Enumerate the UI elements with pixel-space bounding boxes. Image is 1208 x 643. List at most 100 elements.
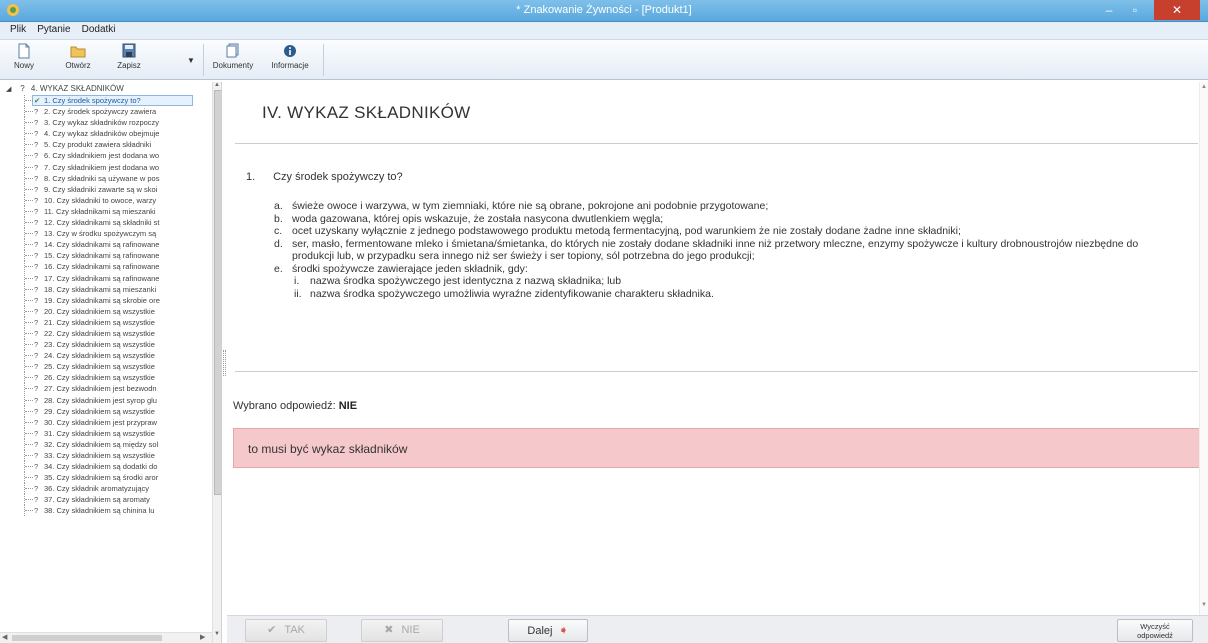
maximize-button[interactable]: ▫ — [1122, 0, 1148, 20]
tree-item[interactable]: ? 9. Czy składniki zawarte są w skoi — [0, 183, 210, 195]
tree-item[interactable]: ? 12. Czy składnikami są składniki st — [0, 217, 210, 229]
tree-item[interactable]: ? 24. Czy składnikiem są wszystkie — [0, 350, 210, 362]
tree-item[interactable]: ? 13. Czy w środku spożywczym są — [0, 228, 210, 240]
tree-item[interactable]: ? 33. Czy składnikiem są wszystkie — [0, 450, 210, 461]
tree-item[interactable]: ? 20. Czy składnikiem są wszystkie — [0, 305, 210, 317]
open-button[interactable]: Otwórz — [60, 42, 96, 78]
tree-item[interactable]: ? 30. Czy składnikiem jest przypraw — [0, 416, 210, 428]
close-button[interactable]: ✕ — [1154, 0, 1200, 20]
save-button[interactable]: Zapisz — [114, 42, 144, 78]
tree-item-label: 33. Czy składnikiem są wszystkie — [44, 451, 155, 460]
documents-button-label: Dokumenty — [212, 61, 254, 70]
tree-item[interactable]: ? 37. Czy składnikiem są aromaty — [0, 494, 210, 506]
no-button-label: NIE — [401, 624, 420, 636]
tree-item-label: 14. Czy składnikami są rafinowane — [44, 240, 160, 250]
question-mark-icon: ? — [34, 317, 39, 327]
scroll-down-icon[interactable]: ▼ — [214, 631, 220, 637]
tree-item[interactable]: ? 29. Czy składnikiem są wszystkie — [0, 405, 210, 417]
tree-item[interactable]: ? 6. Czy składnikiem jest dodana wo — [0, 150, 210, 162]
tree-item[interactable]: ? 25. Czy składnikiem są wszystkie — [0, 361, 210, 373]
tree-item-label: 22. Czy składnikiem są wszystkie — [44, 328, 155, 338]
tree-item[interactable]: ? 32. Czy składnikiem są między sol — [0, 438, 210, 450]
tree-item[interactable]: ? 8. Czy składniki są używane w pos — [0, 172, 210, 184]
content-vertical-scrollbar[interactable]: ▲ ▼ — [1199, 82, 1208, 615]
tree-item-label: 8. Czy składniki są używane w pos — [44, 173, 160, 183]
scroll-up-icon[interactable]: ▲ — [1201, 84, 1207, 90]
tree-item-label: 25. Czy składnikiem są wszystkie — [44, 362, 155, 372]
tree-item[interactable]: ? 38. Czy składnikiem są chinina lu — [0, 505, 210, 517]
arrow-right-icon: ➧ — [558, 623, 569, 637]
save-dropdown-icon[interactable]: ▼ — [186, 42, 196, 78]
splitter-grip[interactable] — [223, 350, 226, 376]
question-mark-icon: ? — [34, 151, 39, 161]
suboption-item: i. nazwa środka spożywczego jest identycz… — [294, 275, 622, 287]
new-button-label: Nowy — [13, 61, 34, 70]
tree-item-label: 17. Czy składnikami są rafinowane — [44, 273, 160, 283]
question-mark-icon: ? — [34, 451, 39, 460]
question-mark-icon: ? — [34, 184, 39, 194]
tree-item[interactable]: ? 23. Czy składnikiem są wszystkie — [0, 339, 210, 351]
tree-item[interactable]: ? 21. Czy składnikiem są wszystkie — [0, 316, 210, 328]
tree-item[interactable]: ? 5. Czy produkt zawiera składniki — [0, 139, 210, 151]
scrollbar-thumb[interactable] — [214, 90, 221, 495]
menu-dodatki[interactable]: Dodatki — [78, 22, 120, 35]
tree-item-label: 16. Czy składnikami są rafinowane — [44, 262, 160, 272]
tree-item-label: 3. Czy wykaz składników rozpoczy — [44, 118, 160, 128]
next-button-label: Dalej — [527, 625, 553, 637]
minimize-button[interactable]: – — [1096, 0, 1122, 20]
next-button[interactable]: Dalej ➧ — [508, 619, 588, 642]
new-document-icon — [18, 43, 30, 59]
menu-plik[interactable]: Plik — [6, 22, 30, 35]
clear-answer-button[interactable]: Wyczyść odpowiedź — [1117, 619, 1193, 642]
tree-item[interactable]: ? 15. Czy składnikami są rafinowane — [0, 250, 210, 262]
tree-item[interactable]: ? 16. Czy składnikami są rafinowane — [0, 261, 210, 273]
tree-item[interactable]: ? 36. Czy składnik aromatyzujący — [0, 483, 210, 495]
tree-item[interactable]: ? 18. Czy składnikami są mieszanki — [0, 283, 210, 295]
question-mark-icon: ? — [34, 384, 39, 394]
tree-item[interactable]: ? 3. Czy wykaz składników rozpoczy — [0, 117, 210, 129]
question-mark-icon: ? — [34, 273, 39, 283]
scroll-right-icon[interactable]: ▶ — [200, 633, 205, 641]
menu-pytanie[interactable]: Pytanie — [33, 22, 74, 35]
tree-vertical-scrollbar[interactable]: ▲ ▼ — [212, 82, 221, 643]
collapse-icon[interactable]: ◢ — [6, 85, 14, 93]
scroll-left-icon[interactable]: ◀ — [2, 633, 7, 641]
new-button[interactable]: Nowy — [8, 42, 40, 78]
tree-root-label: 4. WYKAZ SKŁADNIKÓW — [30, 84, 124, 93]
tree-item-label: 15. Czy składnikami są rafinowane — [44, 251, 160, 261]
scroll-up-icon[interactable]: ▲ — [214, 82, 220, 88]
feedback-text: to musi być wykaz składników — [248, 442, 408, 456]
tree-item[interactable]: ? 26. Czy składnikiem są wszystkie — [0, 372, 210, 384]
tree-item-label: 13. Czy w środku spożywczym są — [44, 229, 157, 239]
yes-button[interactable]: ✔ TAK — [245, 619, 327, 642]
tree-item[interactable]: ? 10. Czy składniki to owoce, warzy — [0, 194, 210, 206]
tree-item[interactable]: ? 2. Czy środek spożywczy zawiera — [0, 106, 210, 118]
tree-item[interactable]: ? 19. Czy składnikami są skrobie ore — [0, 294, 210, 306]
tree-item[interactable]: ? 7. Czy składnikiem jest dodana wo — [0, 161, 210, 173]
question-mark-icon: ? — [34, 362, 39, 372]
tree-item[interactable]: ? 34. Czy składnikiem są dodatki do — [0, 461, 210, 473]
documents-button[interactable]: Dokumenty — [208, 42, 258, 78]
option-item: d. ser, masło, fermentowane mleko i śmiet… — [274, 237, 1139, 263]
tree-item[interactable]: ? 11. Czy składnikami są mieszanki — [0, 205, 210, 217]
tree-item[interactable]: ? 35. Czy składnikiem są środki aror — [0, 472, 210, 484]
tree-item-label: 4. Czy wykaz składników obejmuje — [44, 129, 160, 139]
tree-item[interactable]: ? 28. Czy składnikiem jest syrop glu — [0, 394, 210, 406]
no-button[interactable]: ✖ NIE — [361, 619, 443, 642]
tree-root[interactable]: ◢ ? 4. WYKAZ SKŁADNIKÓW — [6, 84, 124, 93]
tree-item[interactable]: ✔ 1. Czy środek spożywczy to? — [0, 95, 210, 106]
tree-item[interactable]: ? 14. Czy składnikami są rafinowane — [0, 239, 210, 251]
info-button[interactable]: Informacje — [264, 42, 316, 78]
folder-open-icon — [70, 46, 86, 58]
scrollbar-thumb[interactable] — [12, 635, 162, 641]
tree-item[interactable]: ? 27. Czy składnikiem jest bezwodn — [0, 383, 210, 395]
tree-item[interactable]: ? 22. Czy składnikiem są wszystkie — [0, 327, 210, 339]
scroll-down-icon[interactable]: ▼ — [1201, 602, 1207, 608]
tree-horizontal-scrollbar[interactable]: ◀ ▶ — [0, 632, 212, 643]
question-mark-icon: ? — [34, 107, 39, 117]
tree-item-label: 6. Czy składnikiem jest dodana wo — [44, 151, 160, 161]
tree-item[interactable]: ? 4. Czy wykaz składników obejmuje — [0, 128, 210, 140]
question-mark-icon: ? — [34, 206, 39, 216]
tree-item[interactable]: ? 17. Czy składnikami są rafinowane — [0, 272, 210, 284]
tree-item[interactable]: ? 31. Czy składnikiem są wszystkie — [0, 427, 210, 439]
